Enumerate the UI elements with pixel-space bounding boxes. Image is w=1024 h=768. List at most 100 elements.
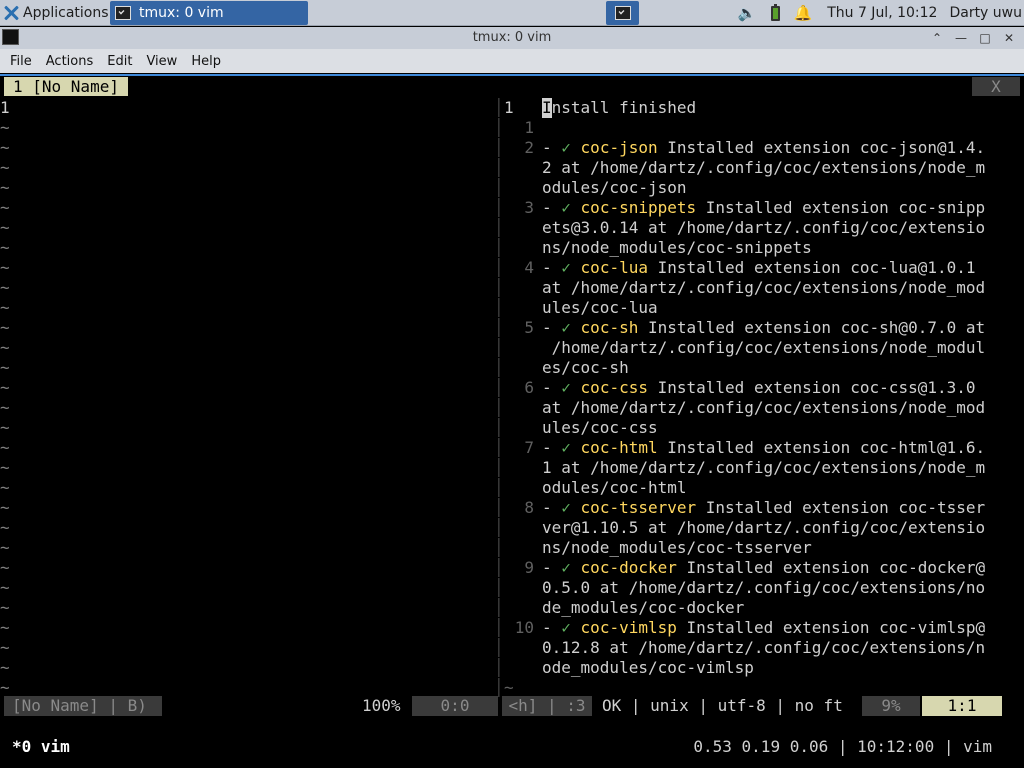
line-text	[571, 498, 581, 518]
line-number: 10	[514, 618, 534, 637]
empty-line-tilde: ~	[0, 518, 10, 537]
vim-statusline: [No Name] | B) 100% 0:0 <h] | :3 OK | un…	[0, 696, 1024, 716]
close-icon[interactable]: ✕	[1002, 31, 1016, 45]
terminal-launcher[interactable]	[606, 1, 639, 25]
window-controls: ⌃ — □ ✕	[930, 27, 1016, 49]
terminal-icon	[115, 6, 131, 20]
minimize-icon[interactable]: —	[954, 31, 968, 45]
status-info: OK | unix | utf-8 | no ft	[602, 696, 843, 715]
empty-line-tilde: ~	[0, 378, 10, 397]
line-text: ules/coc-css	[542, 418, 658, 437]
tmux-status-bar: *0 vim 0.53 0.19 0.06 | 10:12:00 | vim	[0, 736, 1024, 758]
buffer-line: ode_modules/coc-vimlsp	[500, 658, 1020, 678]
line-text: at /home/dartz/.config/coc/extensions/no…	[542, 398, 986, 417]
line-text: ver@1.10.5 at /home/dartz/.config/coc/ex…	[542, 518, 986, 537]
buffer-line: odules/coc-json	[500, 178, 1020, 198]
extension-name: coc-html	[580, 438, 658, 457]
window-titlebar[interactable]: tmux: 0 vim ⌃ — □ ✕	[0, 27, 1024, 49]
buffer-line: 5- ✓ coc-sh Installed extension coc-sh@0…	[500, 318, 1020, 338]
line-text	[571, 318, 581, 338]
buffer-line: 1 at /home/dartz/.config/coc/extensions/…	[500, 458, 1020, 478]
window-title: tmux: 0 vim	[472, 30, 552, 45]
line-number: 3	[524, 198, 534, 217]
terminal[interactable]: 1 [No Name] X 1 ~ ~ ~ ~ ~ ~ ~ ~ ~ ~ ~ ~ ~ ~ ~ ~ ~ ~ ~ ~ ~ ~ ~ ~ ~…	[0, 74, 1024, 768]
empty-line-tilde: ~	[0, 478, 10, 497]
buffer-line: ules/coc-css	[500, 418, 1020, 438]
menu-help[interactable]: Help	[184, 54, 228, 69]
buffer-line: odules/coc-html	[500, 478, 1020, 498]
left-window[interactable]: 1 ~ ~ ~ ~ ~ ~ ~ ~ ~ ~ ~ ~ ~ ~ ~ ~ ~ ~ ~ ~ ~ ~ ~ ~ ~ ~ ~ ~ ~	[0, 98, 490, 698]
buffer-line: 1 Install finished	[500, 98, 1020, 118]
menu-actions[interactable]: Actions	[39, 54, 101, 69]
buffer-line: ns/node_modules/coc-snippets	[500, 238, 1020, 258]
empty-line-tilde: ~	[0, 158, 10, 177]
line-text	[571, 258, 581, 278]
buffer-line: 4- ✓ coc-lua Installed extension coc-lua…	[500, 258, 1020, 278]
line-text: odules/coc-html	[542, 478, 687, 497]
vim-tab-1[interactable]: 1 [No Name]	[4, 77, 128, 96]
check-icon: ✓	[561, 318, 571, 337]
extension-name: coc-lua	[580, 258, 648, 277]
window-terminal-icon[interactable]	[2, 29, 19, 45]
empty-line-tilde: ~	[0, 578, 10, 597]
status-percent: 100%	[362, 696, 401, 715]
user-menu[interactable]: Darty uwu	[949, 5, 1022, 21]
buffer-line: 8- ✓ coc-tsserver Installed extension co…	[500, 498, 1020, 518]
extension-name: coc-css	[580, 378, 648, 397]
empty-line-tilde: ~	[0, 358, 10, 377]
line-text: -	[542, 558, 562, 577]
line-text	[571, 378, 581, 398]
line-text	[571, 558, 581, 578]
menu-view[interactable]: View	[139, 54, 184, 69]
left-line-number: 1	[0, 98, 10, 117]
line-number	[500, 178, 542, 198]
line-text: ode_modules/coc-vimlsp	[542, 658, 754, 677]
line-text: odules/coc-json	[542, 178, 687, 197]
line-text: -	[542, 618, 562, 637]
status-position: 0:0	[412, 696, 498, 716]
shade-icon[interactable]: ⌃	[930, 31, 944, 45]
empty-line-tilde: ~	[0, 618, 10, 637]
bell-icon[interactable]: 🔔	[793, 3, 813, 23]
line-text	[571, 618, 581, 638]
line-number	[500, 158, 542, 178]
vim-tab-close[interactable]: X	[972, 77, 1020, 96]
menu-edit[interactable]: Edit	[100, 54, 139, 69]
clock[interactable]: Thu 7 Jul, 10:12	[827, 5, 937, 21]
line-text: Installed extension coc-snipp	[696, 198, 986, 217]
buffer-line: at /home/dartz/.config/coc/extensions/no…	[500, 398, 1020, 418]
line-text: ns/node_modules/coc-tsserver	[542, 538, 812, 557]
line-text	[571, 438, 581, 458]
extension-name: coc-sh	[580, 318, 639, 337]
line-text: Installed extension coc-json@1.4.	[657, 138, 986, 157]
applications-label: Applications	[23, 5, 109, 21]
line-number	[500, 478, 542, 498]
volume-icon[interactable]: 🔈	[737, 3, 757, 23]
extension-name: coc-vimlsp	[580, 618, 677, 637]
top-panel: Applications ≡ tmux: 0 vim 🔈 🔔 Thu 7 Jul…	[0, 0, 1024, 26]
buffer-line: 1	[500, 118, 1020, 138]
line-text: -	[542, 258, 562, 277]
line-text: ets@3.0.14 at /home/dartz/.config/coc/ex…	[542, 218, 986, 237]
menu-file[interactable]: File	[3, 54, 39, 69]
line-number: 7	[524, 438, 534, 457]
tmux-window-0[interactable]: *0 vim	[12, 736, 70, 758]
empty-line-tilde: ~	[0, 178, 10, 197]
xfce-logo-icon	[3, 5, 19, 21]
right-window[interactable]: 1 Install finished 1 2- ✓ coc-json Installe…	[500, 98, 1020, 698]
line-number: 4	[524, 258, 534, 277]
taskbar-item-tmux[interactable]: tmux: 0 vim	[110, 1, 308, 25]
line-number: 8	[524, 498, 534, 517]
empty-line-tilde: ~	[0, 398, 10, 417]
maximize-icon[interactable]: □	[978, 31, 992, 45]
buffer-line: 6- ✓ coc-css Installed extension coc-css…	[500, 378, 1020, 398]
line-text: /home/dartz/.config/coc/extensions/node_…	[542, 338, 986, 357]
line-number	[500, 398, 542, 418]
battery-icon[interactable]	[765, 3, 785, 23]
applications-menu[interactable]: Applications ≡	[0, 0, 121, 26]
line-text: ules/coc-lua	[542, 298, 658, 317]
buffer-line: 0.12.8 at /home/dartz/.config/coc/extens…	[500, 638, 1020, 658]
line-text: es/coc-sh	[542, 358, 629, 377]
line-number	[500, 278, 542, 298]
empty-line-tilde: ~	[0, 418, 10, 437]
